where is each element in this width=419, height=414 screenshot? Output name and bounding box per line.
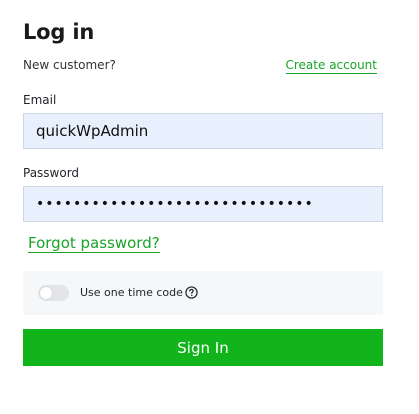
create-account-link[interactable]: Create account <box>285 58 377 74</box>
question-circle-icon[interactable] <box>185 286 198 299</box>
one-time-code-label: Use one time code <box>80 286 183 299</box>
toggle-knob <box>40 287 52 299</box>
one-time-code-toggle[interactable] <box>38 285 69 301</box>
password-label: Password <box>23 166 80 180</box>
email-field[interactable]: quickWpAdmin <box>23 113 383 149</box>
password-field[interactable]: •••••••••••••••••••••••••••••• <box>23 186 383 222</box>
page-title: Log in <box>23 20 95 44</box>
sign-in-button[interactable]: Sign In <box>23 329 383 366</box>
new-customer-text: New customer? <box>23 58 116 72</box>
forgot-password-link[interactable]: Forgot password? <box>28 234 160 253</box>
email-label: Email <box>23 93 57 107</box>
one-time-code-option: Use one time code <box>23 271 383 315</box>
